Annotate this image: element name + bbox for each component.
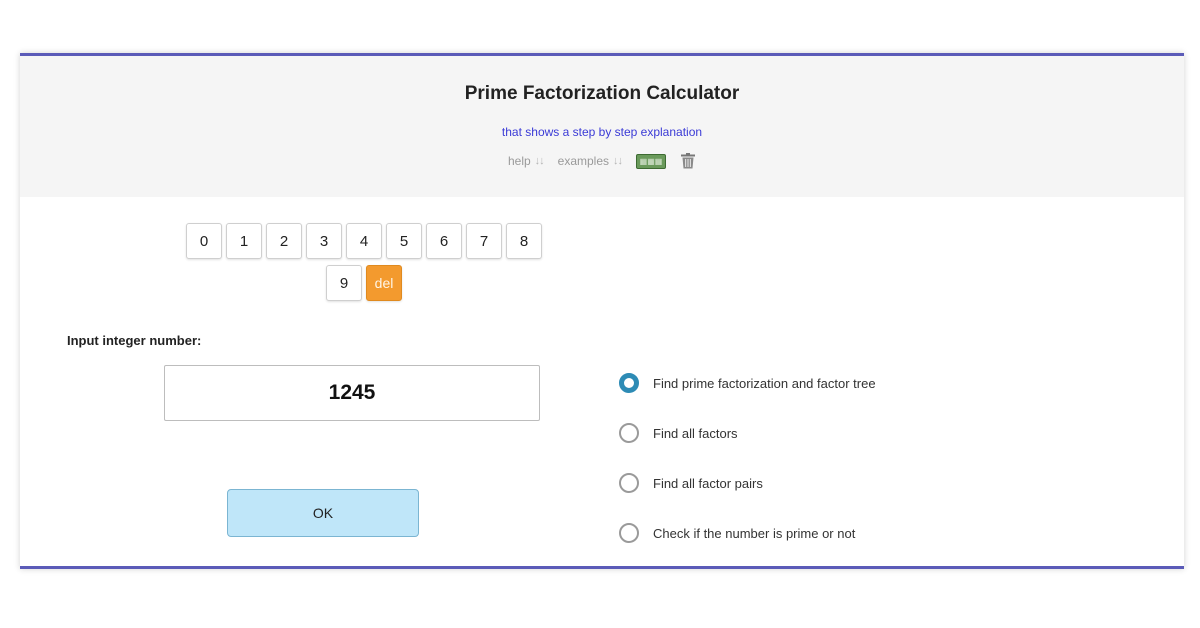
delete-key[interactable]: del xyxy=(366,265,402,301)
radio-button[interactable] xyxy=(619,523,639,543)
keyboard-icon[interactable]: ▦▦▦ xyxy=(636,153,667,169)
radio-button[interactable] xyxy=(619,373,639,393)
keypad-row: 9 del xyxy=(182,265,546,301)
option-label: Find all factors xyxy=(653,425,738,441)
subtitle: that shows a step by step explanation xyxy=(501,125,703,139)
radio-button[interactable] xyxy=(619,473,639,493)
key-3[interactable]: 3 xyxy=(306,223,342,259)
examples-label: examples xyxy=(557,154,610,168)
key-1[interactable]: 1 xyxy=(226,223,262,259)
input-label: Input integer number: xyxy=(67,333,202,348)
key-2[interactable]: 2 xyxy=(266,223,302,259)
option-label: Find prime factorization and factor tree xyxy=(653,375,876,391)
key-7[interactable]: 7 xyxy=(466,223,502,259)
option-all-factors[interactable]: Find all factors xyxy=(619,422,876,444)
option-label: Check if the number is prime or not xyxy=(653,525,856,541)
ok-button[interactable]: OK xyxy=(227,489,419,537)
page-title: Prime Factorization Calculator xyxy=(464,83,740,104)
keypad: 0 1 2 3 4 5 6 7 8 9 del xyxy=(182,223,546,307)
integer-input[interactable] xyxy=(164,365,540,421)
arrows-down-icon: ↓↓ xyxy=(534,155,545,167)
keypad-row: 0 1 2 3 4 5 6 7 8 xyxy=(182,223,546,259)
option-label: Find all factor pairs xyxy=(653,475,763,491)
examples-link[interactable]: examples ↓↓ xyxy=(557,154,623,168)
option-prime-factorization[interactable]: Find prime factorization and factor tree xyxy=(619,372,876,394)
option-factor-pairs[interactable]: Find all factor pairs xyxy=(619,472,876,494)
key-5[interactable]: 5 xyxy=(386,223,422,259)
header: Prime Factorization Calculator that show… xyxy=(20,56,1184,197)
key-9[interactable]: 9 xyxy=(326,265,362,301)
key-4[interactable]: 4 xyxy=(346,223,382,259)
key-6[interactable]: 6 xyxy=(426,223,462,259)
toolbar: help ↓↓ examples ↓↓ ▦▦▦ xyxy=(20,152,1184,170)
key-8[interactable]: 8 xyxy=(506,223,542,259)
calculator-panel: Prime Factorization Calculator that show… xyxy=(20,53,1184,569)
option-check-prime[interactable]: Check if the number is prime or not xyxy=(619,522,876,544)
mode-options: Find prime factorization and factor tree… xyxy=(619,372,876,572)
radio-button[interactable] xyxy=(619,423,639,443)
help-label: help xyxy=(507,154,531,168)
arrows-down-icon: ↓↓ xyxy=(613,155,623,167)
trash-icon[interactable] xyxy=(680,152,696,170)
help-link[interactable]: help ↓↓ xyxy=(507,154,545,168)
key-0[interactable]: 0 xyxy=(186,223,222,259)
